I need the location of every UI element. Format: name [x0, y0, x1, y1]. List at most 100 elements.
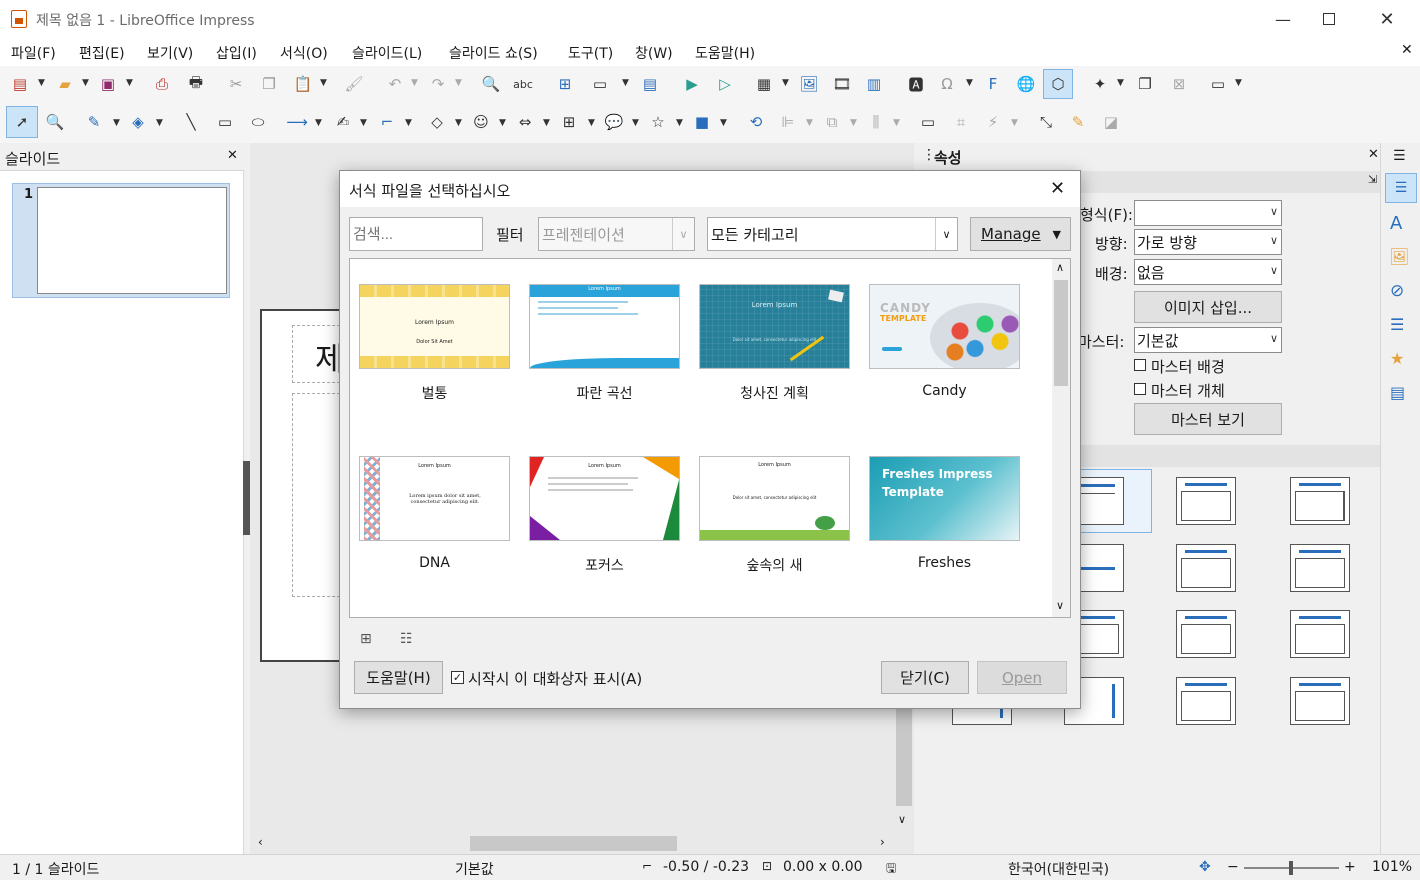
- arrange-dropdown-icon[interactable]: ▼: [850, 118, 857, 128]
- line-color-dropdown-icon[interactable]: ▼: [113, 118, 120, 128]
- gallery-scroll-thumb[interactable]: [1054, 280, 1068, 386]
- slide-layout-icon[interactable]: ▭: [1206, 72, 1230, 96]
- stars-icon[interactable]: ☆: [646, 110, 670, 134]
- maximize-button[interactable]: [1306, 0, 1352, 38]
- navigator-tab-icon[interactable]: ⊘: [1390, 281, 1404, 301]
- master-objects-checkbox[interactable]: [1134, 383, 1146, 395]
- template-item-beehive[interactable]: Lorem Ipsum Dolor Sit Amet 벌통: [359, 284, 510, 403]
- layout-title-4-content[interactable]: [1290, 544, 1350, 592]
- cut-icon[interactable]: ✂: [224, 72, 248, 96]
- save-dropdown-icon[interactable]: ▼: [126, 78, 133, 88]
- callout-dropdown-icon[interactable]: ▼: [632, 118, 639, 128]
- scroll-down-icon[interactable]: ∨: [1056, 599, 1064, 612]
- menu-edit[interactable]: 편집(E): [79, 43, 125, 63]
- language[interactable]: 한국어(대한민국): [1008, 859, 1109, 879]
- 3d-objects-icon[interactable]: ■: [690, 110, 714, 134]
- zoom-pan-icon[interactable]: 🔍: [43, 110, 67, 134]
- symbol-shapes-icon[interactable]: ☺: [469, 110, 493, 134]
- crop-icon[interactable]: ⌗: [949, 110, 973, 134]
- ellipse-tool-icon[interactable]: ⬭: [246, 110, 270, 134]
- flowchart-icon[interactable]: ⊞: [557, 110, 581, 134]
- paste-dropdown-icon[interactable]: ▼: [320, 78, 327, 88]
- fit-slide-icon[interactable]: ✥: [1199, 859, 1211, 875]
- layout-title-2-content-2[interactable]: [1290, 677, 1350, 725]
- template-item-forest-bird[interactable]: Lorem Ipsum Dolor sit amet, consectetur …: [699, 456, 850, 575]
- special-character-icon[interactable]: Ω: [935, 72, 959, 96]
- line-tool-icon[interactable]: ╲: [179, 110, 203, 134]
- layout-title-content-2[interactable]: [1176, 477, 1236, 525]
- dialog-close-icon[interactable]: ✕: [1050, 178, 1065, 199]
- zoom-out-icon[interactable]: −: [1227, 859, 1239, 875]
- undo-icon[interactable]: ↶: [383, 72, 407, 96]
- orientation-select[interactable]: 가로 방향 ∨: [1134, 229, 1282, 255]
- scroll-up-icon[interactable]: ∧: [1056, 261, 1064, 274]
- block-arrows-icon[interactable]: ⇔: [513, 110, 537, 134]
- close-sidebar-icon[interactable]: ✕: [1368, 147, 1379, 162]
- print-icon[interactable]: 🖶: [184, 72, 208, 96]
- redo-dropdown-icon[interactable]: ▼: [455, 78, 462, 88]
- zoom-slider[interactable]: [1244, 861, 1339, 875]
- help-button[interactable]: 도움말(H): [354, 661, 443, 694]
- fill-color-dropdown-icon[interactable]: ▼: [156, 118, 163, 128]
- open-dropdown-icon[interactable]: ▼: [82, 78, 89, 88]
- points-icon[interactable]: ⤡: [1034, 110, 1058, 134]
- callout-icon[interactable]: 💬: [602, 110, 626, 134]
- more-options-icon[interactable]: ⇲: [1368, 173, 1377, 186]
- save-icon[interactable]: ▣: [96, 72, 120, 96]
- minimize-button[interactable]: —: [1260, 0, 1306, 38]
- layout-title-content-3[interactable]: [1176, 544, 1236, 592]
- new-icon[interactable]: ▤: [8, 72, 32, 96]
- duplicate-slide-icon[interactable]: ❐: [1133, 72, 1157, 96]
- transformations-icon[interactable]: ⟲: [744, 110, 768, 134]
- image-icon[interactable]: 🖼: [797, 72, 821, 96]
- start-first-slide-icon[interactable]: ▶: [680, 72, 704, 96]
- basic-shapes-dropdown-icon[interactable]: ▼: [455, 118, 462, 128]
- insert-image-button[interactable]: 이미지 삽입...: [1134, 291, 1282, 323]
- arrow-line-icon[interactable]: ⟶: [285, 110, 309, 134]
- master-view-button[interactable]: 마스터 보기: [1134, 403, 1282, 435]
- block-arrows-dropdown-icon[interactable]: ▼: [543, 118, 550, 128]
- close-document-icon[interactable]: ✕: [1401, 42, 1413, 58]
- table-icon[interactable]: ▦: [752, 72, 776, 96]
- new-slide-icon[interactable]: ✦: [1088, 72, 1112, 96]
- template-item-blue-curve[interactable]: Lorem Ipsum 파란 곡선: [529, 284, 680, 403]
- category-select[interactable]: 모든 카테고리 ∨: [707, 217, 958, 251]
- table-dropdown-icon[interactable]: ▼: [782, 78, 789, 88]
- rectangle-tool-icon[interactable]: ▭: [213, 110, 237, 134]
- filter-icon[interactable]: ⚡: [981, 110, 1005, 134]
- layout-title-6-grid[interactable]: [1290, 610, 1350, 658]
- filter-dropdown-icon[interactable]: ▼: [1011, 118, 1018, 128]
- special-character-dropdown-icon[interactable]: ▼: [966, 78, 973, 88]
- styles-tab-icon[interactable]: A: [1390, 213, 1402, 234]
- zoom-slider-thumb[interactable]: [1289, 861, 1293, 875]
- menu-slide[interactable]: 슬라이드(L): [352, 43, 422, 63]
- clone-format-icon[interactable]: 🖌: [342, 72, 366, 96]
- close-button[interactable]: 닫기(C): [881, 661, 969, 694]
- 3d-objects-dropdown-icon[interactable]: ▼: [720, 118, 727, 128]
- arrange-icon[interactable]: ⧉: [820, 110, 844, 134]
- fontwork-icon[interactable]: F: [981, 72, 1005, 96]
- select-icon[interactable]: ➚: [6, 106, 38, 138]
- line-color-icon[interactable]: ✎: [82, 110, 106, 134]
- distribute-icon[interactable]: ⫼: [864, 110, 888, 134]
- symbol-shapes-dropdown-icon[interactable]: ▼: [499, 118, 506, 128]
- gallery-tab-icon[interactable]: 🖼: [1389, 247, 1409, 266]
- connector-tool-icon[interactable]: ⌐: [375, 110, 399, 134]
- pane-splitter-handle[interactable]: [243, 461, 250, 535]
- glue-points-icon[interactable]: ✎: [1066, 110, 1090, 134]
- master-slide-icon[interactable]: ▤: [638, 72, 662, 96]
- stars-dropdown-icon[interactable]: ▼: [676, 118, 683, 128]
- align-dropdown-icon[interactable]: ▼: [806, 118, 813, 128]
- grid-icon[interactable]: ⊞: [553, 72, 577, 96]
- undo-dropdown-icon[interactable]: ▼: [411, 78, 418, 88]
- menu-file[interactable]: 파일(F): [11, 43, 56, 63]
- align-objects-icon[interactable]: ⊫: [776, 110, 800, 134]
- properties-tab-icon[interactable]: ☰: [1385, 173, 1417, 203]
- show-on-startup-checkbox[interactable]: ✓: [451, 671, 464, 684]
- list-view-icon[interactable]: ☷: [400, 631, 413, 647]
- master-select[interactable]: 기본값 ∨: [1134, 327, 1282, 353]
- hyperlink-icon[interactable]: 🌐: [1014, 72, 1038, 96]
- toggle-extrusion-icon[interactable]: ◪: [1099, 110, 1123, 134]
- background-select[interactable]: 없음 ∨: [1134, 259, 1282, 285]
- zoom-in-icon[interactable]: +: [1344, 859, 1356, 875]
